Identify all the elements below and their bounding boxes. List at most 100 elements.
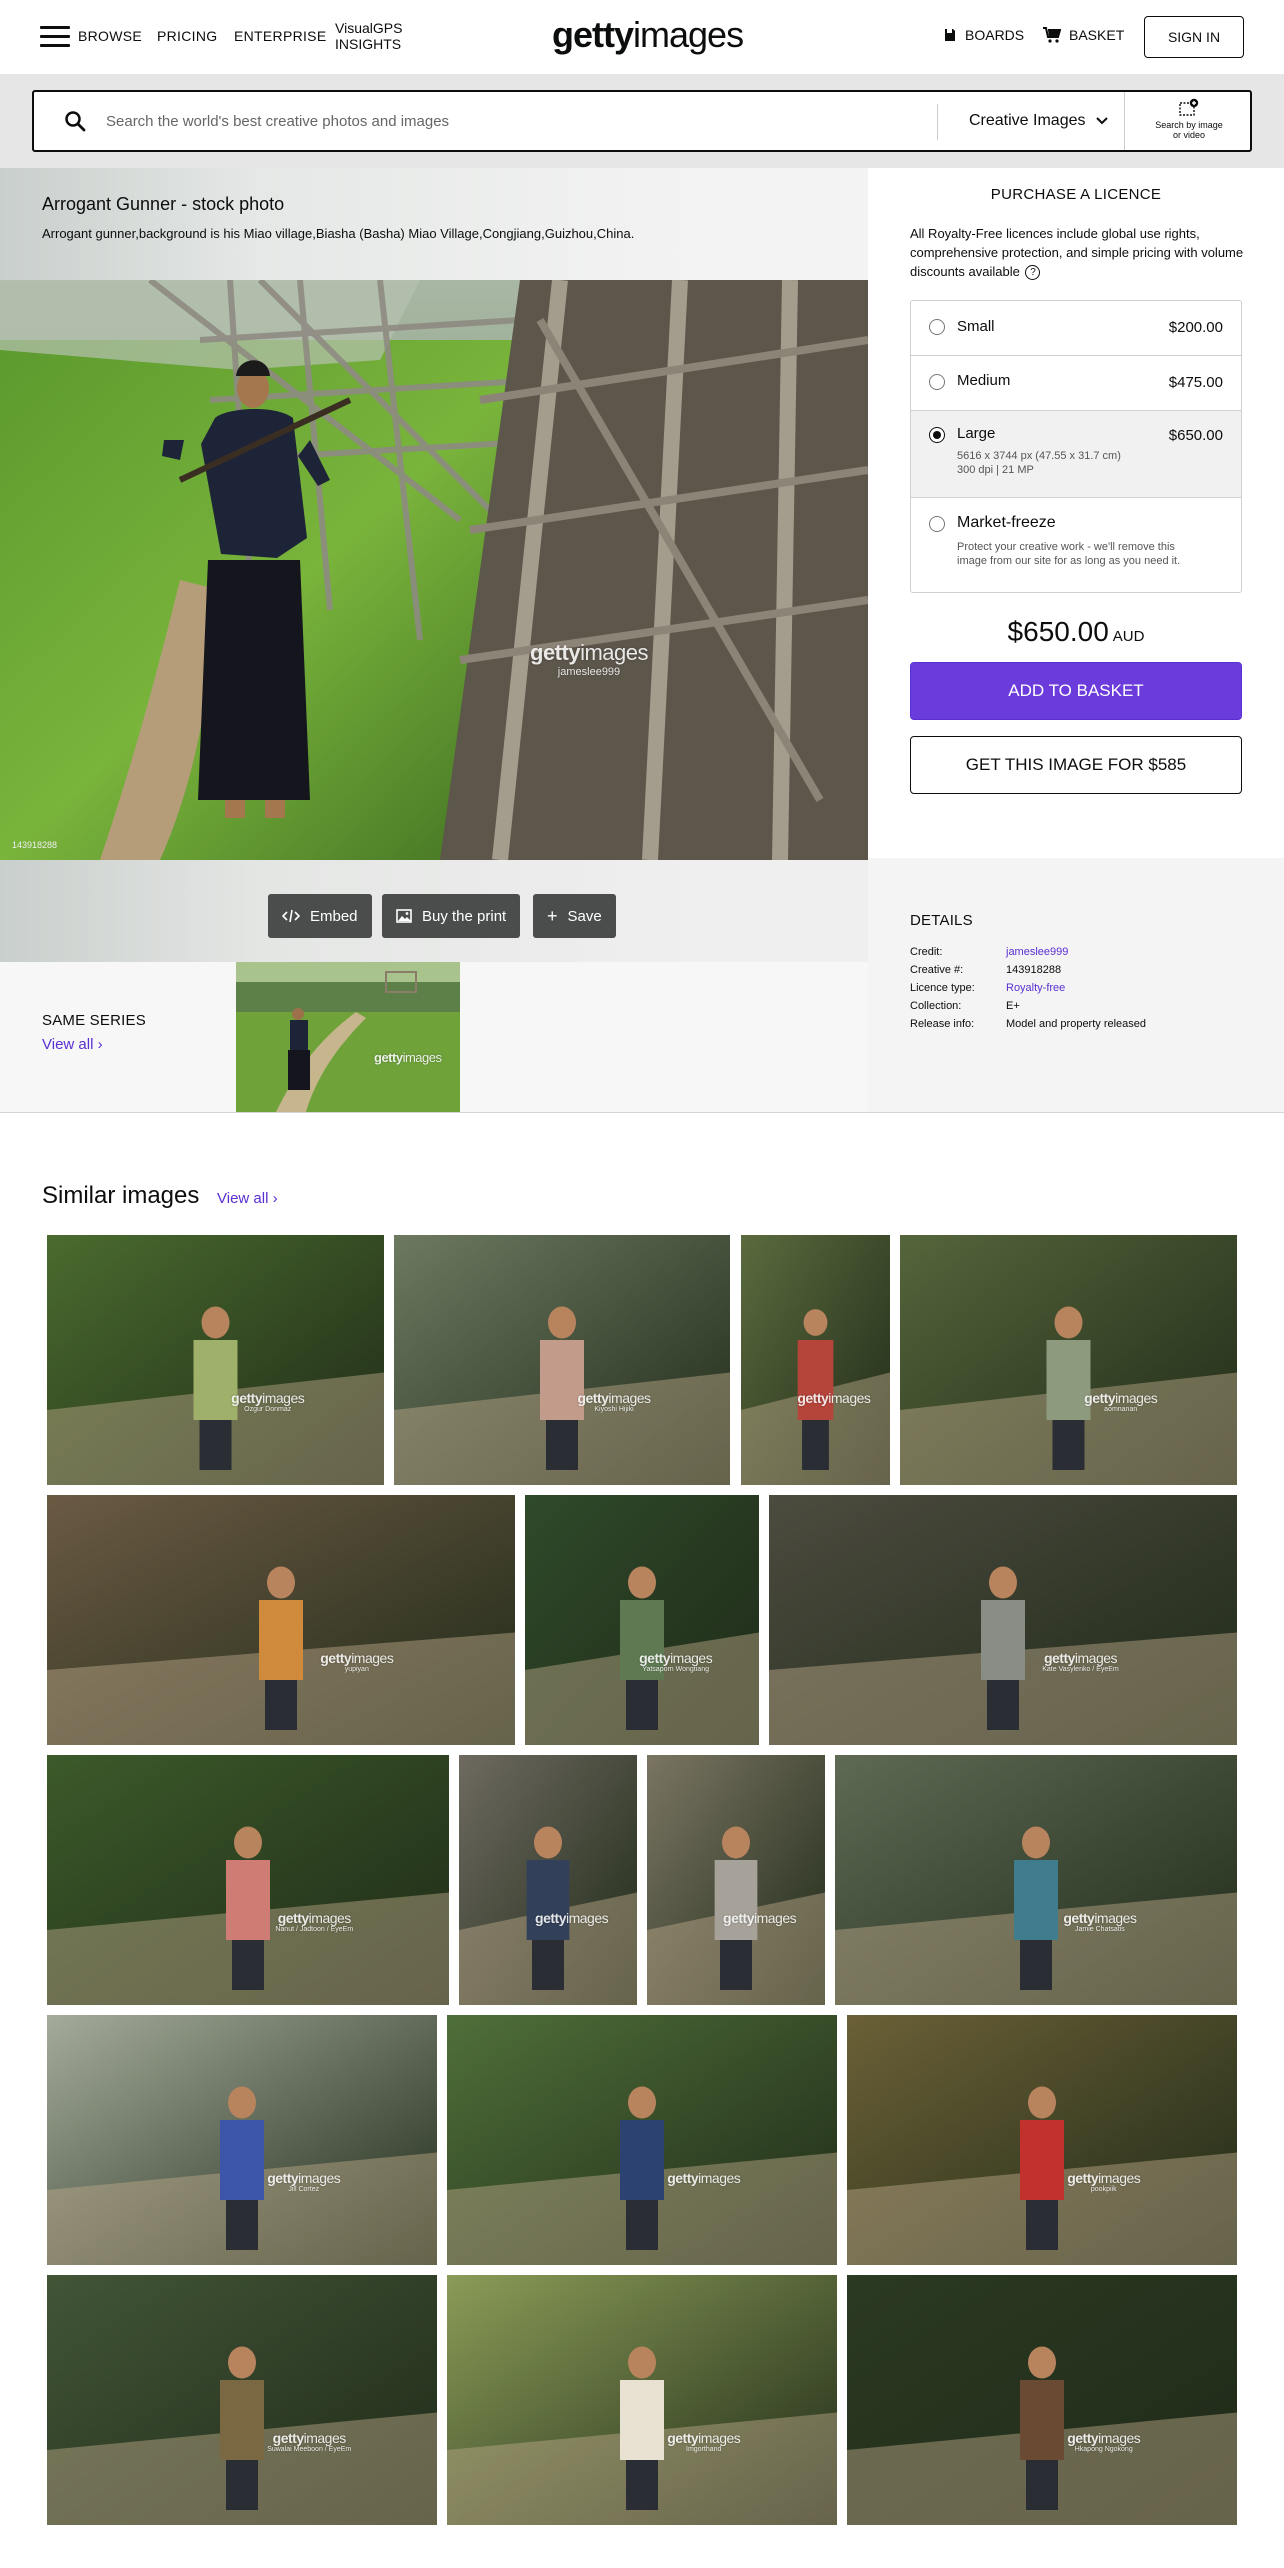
radio-medium[interactable] (929, 374, 945, 390)
search-divider-2 (1124, 92, 1125, 150)
tile-wm-bold: getty (267, 2170, 299, 2186)
similar-image-tile[interactable]: gettyimages (447, 2015, 837, 2265)
tile-wm-bold: getty (667, 2170, 699, 2186)
creative-type-select[interactable]: Creative Images (969, 112, 1108, 130)
radio-large[interactable] (929, 427, 945, 443)
detail-value-credit[interactable]: jameslee999 (1006, 946, 1068, 958)
similar-image-tile[interactable]: gettyimages pookpiik (847, 2015, 1237, 2265)
logo-light: images (633, 14, 744, 55)
same-series-section: SAME SERIES View all › gettyimages (0, 962, 868, 1112)
detail-value-licence-type[interactable]: Royalty-free (1006, 982, 1065, 994)
similar-image (525, 1495, 759, 1745)
similar-image-tile[interactable]: gettyimages (741, 1235, 890, 1485)
similar-image-watermark: gettyimages (667, 2170, 741, 2186)
search-icon[interactable] (64, 110, 86, 132)
similar-image-tile[interactable]: gettyimages Nanut / Jadtoon / EyeEm (47, 1755, 449, 2005)
detail-row-credit: Credit: jameslee999 (910, 946, 1068, 958)
same-series-thumbnail[interactable]: gettyimages (236, 962, 460, 1112)
menu-icon[interactable] (40, 26, 70, 48)
basket-button[interactable]: BASKET (1043, 27, 1124, 43)
tile-wm-light: images (565, 1910, 609, 1926)
similar-image-watermark: gettyimages Imgorthand (667, 2430, 741, 2453)
similar-image-tile[interactable]: gettyimages (459, 1755, 637, 2005)
search-input[interactable] (106, 104, 926, 138)
similar-image-tile[interactable]: gettyimages Kate Vasylenko / EyeEm (769, 1495, 1237, 1745)
licence-description-text: All Royalty-Free licences include global… (910, 226, 1244, 279)
similar-image (847, 2015, 1237, 2265)
thumb-wm-bold: getty (374, 1050, 403, 1065)
photo-header: Arrogant Gunner - stock photo Arrogant g… (0, 168, 868, 280)
info-icon[interactable]: ? (1025, 265, 1041, 281)
similar-image-tile[interactable]: gettyimages (647, 1755, 825, 2005)
licence-option-small[interactable]: Small $200.00 (911, 301, 1241, 356)
similar-image-tile[interactable]: gettyimages yupiyan (47, 1495, 515, 1745)
chevron-right-icon: › (97, 1036, 103, 1053)
similar-view-all[interactable]: View all › (217, 1190, 278, 1207)
code-icon (282, 909, 300, 923)
similar-image-tile[interactable]: gettyimages Kiyoshi Hijiki (394, 1235, 730, 1485)
same-series-thumbnail-image (236, 962, 460, 1112)
chevron-down-icon (1095, 117, 1108, 125)
similar-image (459, 1755, 637, 2005)
similar-image-tile[interactable]: gettyimages Suwalai Meeboon / EyeEm (47, 2275, 437, 2525)
similar-image-tile[interactable]: gettyimages Ozgur Donmaz (47, 1235, 384, 1485)
licence-option-large[interactable]: Large $650.00 5616 x 3744 px (47.55 x 31… (911, 411, 1241, 498)
similar-image (47, 1235, 384, 1485)
detail-value-creative: 143918288 (1006, 964, 1062, 976)
same-series-view-all[interactable]: View all › (42, 1036, 103, 1053)
image-icon (396, 909, 412, 923)
nav-visualgps-line1: VisualGPS (335, 20, 403, 36)
wm-logo-bold: getty (530, 640, 581, 665)
tile-credit: Hkapong Ngokong (1074, 2446, 1133, 2453)
option-price-large: $650.00 (1168, 427, 1223, 444)
licence-option-medium[interactable]: Medium $475.00 (911, 356, 1241, 411)
similar-image-tile[interactable]: gettyimages Imgorthand (447, 2275, 837, 2525)
tile-wm-bold: getty (1067, 2170, 1099, 2186)
similar-image-tile[interactable]: gettyimages Jill Cortez (47, 2015, 437, 2265)
detail-value-release-info: Model and property released (1006, 1018, 1147, 1030)
search-band: Creative Images Search by image or video (0, 74, 1284, 168)
nav-pricing[interactable]: PRICING (157, 28, 217, 44)
similar-image-tile[interactable]: gettyimages Jamie Chatsatis (835, 1755, 1237, 2005)
nav-enterprise[interactable]: ENTERPRISE (234, 28, 326, 44)
licence-description: All Royalty-Free licences include global… (910, 224, 1250, 281)
creative-type-label: Creative Images (969, 112, 1086, 129)
search-by-image-line1: Search by image (1155, 120, 1223, 130)
embed-button[interactable]: Embed (268, 894, 372, 938)
nav-visualgps-insights[interactable]: VisualGPS INSIGHTS (335, 20, 402, 52)
detail-row-release-info: Release info: Model and property released (910, 1018, 1146, 1030)
sign-in-button[interactable]: SIGN IN (1144, 16, 1244, 58)
radio-market-freeze[interactable] (929, 516, 945, 532)
add-to-basket-button[interactable]: ADD TO BASKET (910, 662, 1242, 720)
licence-options: Small $200.00 Medium $475.00 Large $650.… (910, 300, 1242, 593)
get-this-image-button[interactable]: GET THIS IMAGE FOR $585 (910, 736, 1242, 794)
thumb-wm-light: images (402, 1050, 442, 1065)
tile-wm-light: images (828, 1390, 871, 1406)
similar-image-tile[interactable]: gettyimages Yatsaporn Wongtiang (525, 1495, 759, 1745)
main-photo[interactable]: gettyimages jameslee999 143918288 (0, 280, 868, 860)
tile-wm-light: images (1094, 1910, 1137, 1926)
similar-images-title: Similar images (42, 1182, 200, 1209)
similar-image (47, 2015, 437, 2265)
buy-print-button[interactable]: Buy the print (382, 894, 521, 938)
boards-label: BOARDS (965, 27, 1025, 43)
similar-image (769, 1495, 1237, 1745)
licence-option-market-freeze[interactable]: Market-freeze Protect your creative work… (911, 498, 1241, 592)
detail-key-licence-type: Licence type: (910, 982, 975, 994)
similar-image-watermark: gettyimages Yatsaporn Wongtiang (639, 1650, 713, 1673)
option-name-market-freeze: Market-freeze (957, 514, 1056, 531)
similar-image (900, 1235, 1237, 1485)
nav-browse[interactable]: BROWSE (78, 28, 142, 44)
similar-image-tile[interactable]: gettyimages Hkapong Ngokong (847, 2275, 1237, 2525)
similar-image-tile[interactable]: gettyimages aomnanan (900, 1235, 1237, 1485)
details-title: DETAILS (910, 912, 973, 929)
radio-small[interactable] (929, 319, 945, 335)
search-by-image-line2: or video (1172, 130, 1206, 140)
option-desc-market-freeze: Protect your creative work - we'll remov… (957, 541, 1181, 567)
boards-button[interactable]: BOARDS (943, 27, 1024, 43)
save-button[interactable]: + Save (533, 894, 616, 938)
gettyimages-logo[interactable]: gettyimages (552, 14, 744, 56)
similar-image (47, 2275, 437, 2525)
search-by-image-button[interactable]: Search by image or video (1134, 98, 1244, 140)
tile-wm-light: images (308, 1910, 352, 1926)
